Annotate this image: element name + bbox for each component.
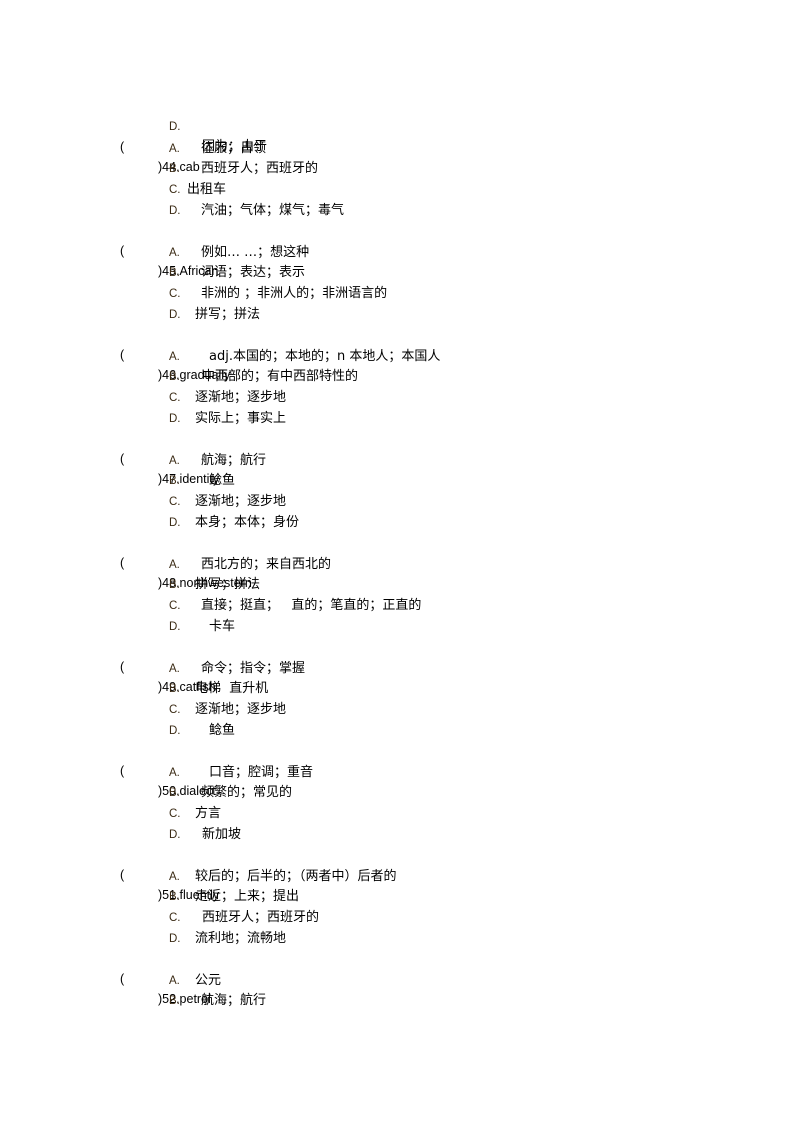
option-label: A. [169, 663, 180, 675]
option-label: A. [169, 975, 180, 987]
option-label: A. [169, 871, 180, 883]
answer-blank[interactable]: ( [120, 553, 124, 573]
option-text: 直接；挺直； 直的；笔直的；正直的 [201, 598, 422, 613]
option-label: D. [169, 517, 181, 529]
answer-blank[interactable]: ( [120, 761, 124, 781]
option-label: C. [169, 600, 181, 612]
option-label: D. [169, 413, 181, 425]
option-text: 流利地；流畅地 [195, 931, 287, 946]
question-row: ( )44.cab [0, 117, 200, 174]
option-text: 逐渐地；逐步地 [195, 390, 287, 405]
answer-blank[interactable]: ( [120, 657, 124, 677]
option-label: B. [169, 267, 180, 279]
option-text: 公元 [195, 973, 222, 988]
option-text: 非洲的 ；非洲人的；非洲语言的 [201, 286, 388, 301]
option-label: D. [169, 309, 181, 321]
option-text: 本身；本体；身份 [195, 515, 300, 530]
option-text: 例如… …；想这种 [201, 245, 310, 260]
answer-blank[interactable]: ( [120, 241, 124, 261]
option-label: B. [169, 683, 180, 695]
answer-blank[interactable]: ( [120, 137, 124, 157]
question-row: ( )48.northwestern [0, 533, 252, 590]
option-label: B. [169, 163, 180, 175]
option-label: C. [169, 704, 181, 716]
option-text: 出租车 [187, 182, 227, 197]
option-text: 逐渐地；逐步地 [195, 702, 287, 717]
option-text: adj.本国的；本地的；n 本地人；本国人 [209, 349, 441, 364]
option-label: D. [169, 829, 181, 841]
option-text: 西北方的；来自西北的 [201, 557, 332, 572]
option-label: A. [169, 351, 180, 363]
option-label: C. [169, 808, 181, 820]
option-label: D. [169, 621, 181, 633]
option-label: C. [169, 392, 181, 404]
question-row: ( )51.fluently [0, 845, 219, 902]
option-label: C. [169, 496, 181, 508]
option-text: 方言 [195, 806, 222, 821]
option-text: 征服；占领 [201, 141, 267, 156]
option-label: B. [169, 475, 180, 487]
question-row: ( )46.gradually [0, 325, 230, 382]
option-text: 西班牙人；西班牙的 [201, 161, 319, 176]
option-text: 拼写；拼法 [195, 307, 261, 322]
option-label: A. [169, 767, 180, 779]
question-row: ( )52.petrol [0, 949, 211, 1006]
option-label: D. [169, 121, 181, 133]
option-label: A. [169, 455, 180, 467]
option-text: 电梯 直升机 [195, 681, 269, 696]
question-row: ( )45.African [0, 221, 218, 278]
option-label: C. [169, 288, 181, 300]
option-text: 命令；指令；掌握 [201, 661, 306, 676]
option-label: D. [169, 725, 181, 737]
option-label: B. [169, 891, 180, 903]
option-text: 鲶鱼 [209, 473, 236, 488]
answer-blank[interactable]: ( [120, 865, 124, 885]
option-label: B. [169, 371, 180, 383]
option-label: A. [169, 559, 180, 571]
option-text: 中西部的；有中西部特性的 [202, 369, 359, 384]
option-text: 实际上；事实上 [195, 411, 287, 426]
option-text: 新加坡 [202, 827, 242, 842]
option-text: 航海；航行 [201, 993, 267, 1008]
option-label: B. [169, 579, 180, 591]
option-text: 航海；航行 [201, 453, 267, 468]
answer-blank[interactable]: ( [120, 345, 124, 365]
option-text: 逐渐地；逐步地 [195, 494, 287, 509]
option-text: 汽油；气体；煤气；毒气 [201, 203, 345, 218]
option-label: D. [169, 205, 181, 217]
question-row: ( )47.identity [0, 429, 219, 486]
option-label: B. [169, 995, 180, 1007]
option-text: 较后的；后半的；（两者中）后者的 [195, 869, 397, 884]
option-label: D. [169, 933, 181, 945]
answer-blank[interactable]: ( [120, 969, 124, 989]
option-label: B. [169, 787, 180, 799]
option-text: 频繁的；常见的 [201, 785, 293, 800]
option-text: 口音；腔调；重音 [209, 765, 314, 780]
option-label: A. [169, 247, 180, 259]
option-text: 词语；表达；表示 [201, 265, 306, 280]
question-row: ( )49.catfish [0, 637, 216, 694]
option-text: 拼写；拼法 [195, 577, 261, 592]
option-text: 西班牙人；西班牙的 [202, 910, 320, 925]
option-text: 走近；上来；提出 [195, 889, 300, 904]
option-label: A. [169, 143, 180, 155]
answer-blank[interactable]: ( [120, 449, 124, 469]
option-label: C. [169, 184, 181, 196]
document-page: D. 因为；由于 ( )44.cab A. 征服；占领 B. 西班牙人；西班牙的 C… [0, 0, 794, 1123]
question-row: ( )50.dialect [0, 741, 216, 798]
option-row: D. 因为；由于 [0, 97, 267, 154]
option-label: C. [169, 912, 181, 924]
option-text: 卡车 [209, 619, 236, 634]
option-text: 鲶鱼 [209, 723, 236, 738]
